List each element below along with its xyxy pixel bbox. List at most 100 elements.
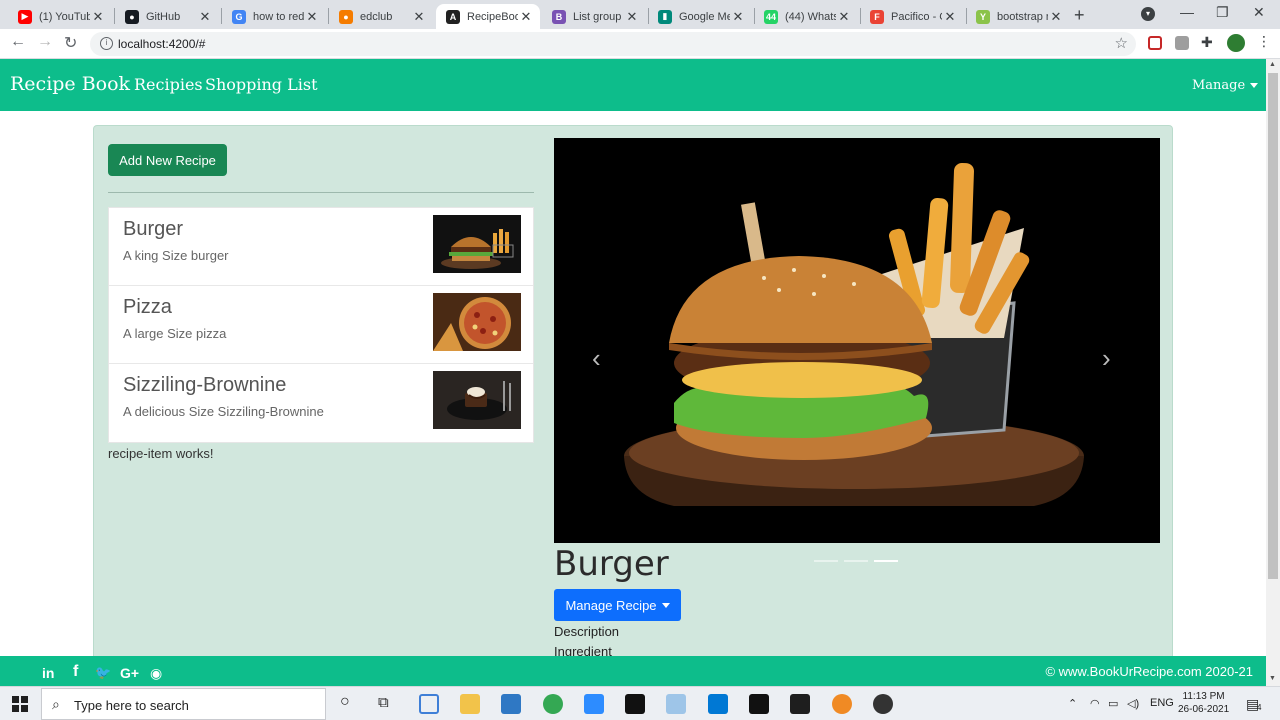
manage-dropdown[interactable]: Manage — [1192, 78, 1259, 93]
pocket-extension-icon[interactable] — [1148, 36, 1162, 50]
taskbar-search[interactable]: ⌕ Type here to search — [41, 688, 326, 720]
url-text[interactable]: localhost:4200/# — [118, 37, 205, 51]
manage-recipe-label: Manage Recipe — [565, 597, 657, 613]
scroll-up-icon[interactable]: ▲ — [1269, 61, 1276, 68]
terminal-icon[interactable] — [790, 694, 810, 714]
carousel-indicator-2[interactable] — [844, 560, 868, 562]
tab-title: List group · — [573, 10, 624, 23]
task-view-icon[interactable]: ⧉ — [378, 694, 389, 711]
google-plus-icon[interactable]: G+ — [120, 665, 139, 681]
vscode-icon[interactable] — [708, 694, 728, 714]
recipe-carousel[interactable]: ‹ › — [554, 138, 1160, 543]
browser-tab[interactable]: ● GitHub ✕ — [115, 4, 219, 29]
carousel-indicator-3[interactable] — [874, 560, 898, 562]
browser-tab[interactable]: ▮ Google Mee✕ — [648, 4, 752, 29]
nav-shopping-list[interactable]: Shopping List — [205, 75, 318, 94]
scrollbar-thumb[interactable] — [1268, 73, 1278, 579]
close-tab-icon[interactable]: ✕ — [90, 9, 106, 25]
facebook-icon[interactable]: f — [73, 663, 78, 681]
windows-start-icon[interactable] — [12, 696, 28, 712]
forward-icon[interactable]: → — [37, 33, 53, 51]
extension-icon[interactable] — [1175, 36, 1189, 50]
back-icon[interactable]: ← — [10, 33, 26, 51]
obs-icon[interactable] — [873, 694, 893, 714]
yahoo-icon: Y — [976, 9, 990, 24]
close-tab-icon[interactable]: ✕ — [836, 9, 852, 25]
language-indicator[interactable]: ENG — [1150, 697, 1174, 709]
rss-icon[interactable]: ◉ — [150, 665, 162, 682]
browser-tab[interactable]: Ybootstrap n ✕ — [966, 4, 1070, 29]
puzzle-extensions-icon[interactable]: ✚ — [1201, 34, 1213, 51]
taskbar-search-placeholder: Type here to search — [74, 698, 189, 713]
close-tab-icon[interactable]: ✕ — [730, 9, 746, 25]
brand-logo[interactable]: Recipe Book — [10, 73, 130, 95]
profile-avatar[interactable] — [1227, 34, 1245, 52]
close-tab-icon[interactable]: ✕ — [1048, 9, 1064, 25]
recipe-item-sizziling-brownine[interactable]: Sizziling-Brownine A delicious Size Sizz… — [109, 364, 533, 442]
notification-count: 4 — [1257, 703, 1262, 712]
paint-icon[interactable] — [666, 694, 686, 714]
cortana-icon[interactable]: ○ — [340, 693, 350, 711]
tab-title: (1) YouTube — [39, 10, 90, 23]
close-tab-icon[interactable]: ✕ — [942, 9, 958, 25]
close-tab-icon[interactable]: ✕ — [197, 9, 213, 25]
browser-tab[interactable]: 44 (44) WhatsA✕ — [754, 4, 858, 29]
tab-title: RecipeBook — [467, 10, 518, 23]
bootstrap-icon: B — [552, 9, 566, 24]
reload-icon[interactable]: ↻ — [64, 33, 77, 53]
snipping-tool-icon[interactable] — [419, 694, 439, 714]
browser-tab[interactable]: F Pacifico - Go✕ — [860, 4, 964, 29]
browser-tab[interactable]: Ghow to redu✕ — [222, 4, 326, 29]
close-tab-icon[interactable]: ✕ — [624, 9, 640, 25]
address-bar[interactable]: i localhost:4200/# ☆ — [90, 32, 1136, 56]
tab-title: Pacifico - Go — [891, 10, 942, 23]
zoom-icon[interactable] — [584, 694, 604, 714]
tray-expand-icon[interactable]: ⌃ — [1068, 697, 1077, 710]
network-icon[interactable]: ◠ — [1090, 697, 1100, 710]
page-scrollbar[interactable]: ▲ ▼ — [1266, 59, 1280, 686]
intellij-icon[interactable] — [749, 694, 769, 714]
add-new-recipe-button[interactable]: Add New Recipe — [108, 144, 227, 176]
manage-recipe-button[interactable]: Manage Recipe — [554, 589, 681, 621]
site-info-icon[interactable]: i — [100, 37, 113, 50]
scroll-down-icon[interactable]: ▼ — [1269, 675, 1276, 682]
photos-icon[interactable] — [501, 694, 521, 714]
pycharm-icon[interactable] — [625, 694, 645, 714]
battery-icon[interactable]: ▭ — [1108, 697, 1118, 710]
tab-title: Google Mee — [679, 10, 730, 23]
chrome-icon[interactable] — [543, 694, 563, 714]
twitter-icon[interactable]: 🐦 — [95, 665, 111, 681]
browser-tab[interactable]: A RecipeBook✕ — [436, 4, 540, 29]
blender-icon[interactable] — [832, 694, 852, 714]
browser-menu-icon[interactable]: ⋮ — [1257, 33, 1271, 50]
volume-icon[interactable]: ◁) — [1127, 697, 1139, 710]
restore-icon[interactable]: ❐ — [1216, 4, 1229, 21]
close-tab-icon[interactable]: ✕ — [518, 9, 534, 25]
taskbar-clock[interactable]: 11:13 PM 26-06-2021 — [1178, 690, 1229, 716]
new-tab-button[interactable]: + — [1074, 5, 1085, 26]
carousel-prev-icon[interactable]: ‹ — [592, 343, 601, 374]
youtube-icon: ▶ — [18, 9, 32, 24]
browser-tab[interactable]: ▶ (1) YouTube✕ — [8, 4, 112, 29]
windows-taskbar: ⌕ Type here to search ○ ⧉ ⌃ ◠ ▭ ◁) ENG 1… — [0, 686, 1280, 720]
recipe-item-pizza[interactable]: Pizza A large Size pizza — [109, 286, 533, 364]
minimize-icon[interactable]: — — [1180, 4, 1194, 20]
carousel-next-icon[interactable]: › — [1102, 343, 1111, 374]
bookmark-star-icon[interactable]: ☆ — [1115, 34, 1128, 52]
nav-recipes[interactable]: Recipies — [134, 75, 203, 94]
google-icon: G — [232, 9, 246, 24]
linkedin-icon[interactable]: in — [42, 665, 54, 681]
close-window-icon[interactable]: ✕ — [1253, 4, 1265, 21]
browser-tab[interactable]: ● edclub ✕ — [329, 4, 433, 29]
file-explorer-icon[interactable] — [460, 694, 480, 714]
recipe-item-burger[interactable]: Burger A king Size burger — [109, 208, 533, 286]
burger-image — [554, 138, 1160, 543]
chevron-down-icon — [661, 602, 670, 608]
tab-search-icon[interactable]: ▾ — [1141, 7, 1155, 21]
carousel-indicator-1[interactable] — [814, 560, 838, 562]
close-tab-icon[interactable]: ✕ — [411, 9, 427, 25]
tab-title: edclub — [360, 10, 393, 23]
close-tab-icon[interactable]: ✕ — [304, 9, 320, 25]
browser-tab[interactable]: B List group · ✕ — [542, 4, 646, 29]
recipe-description: A large Size pizza — [123, 326, 227, 341]
